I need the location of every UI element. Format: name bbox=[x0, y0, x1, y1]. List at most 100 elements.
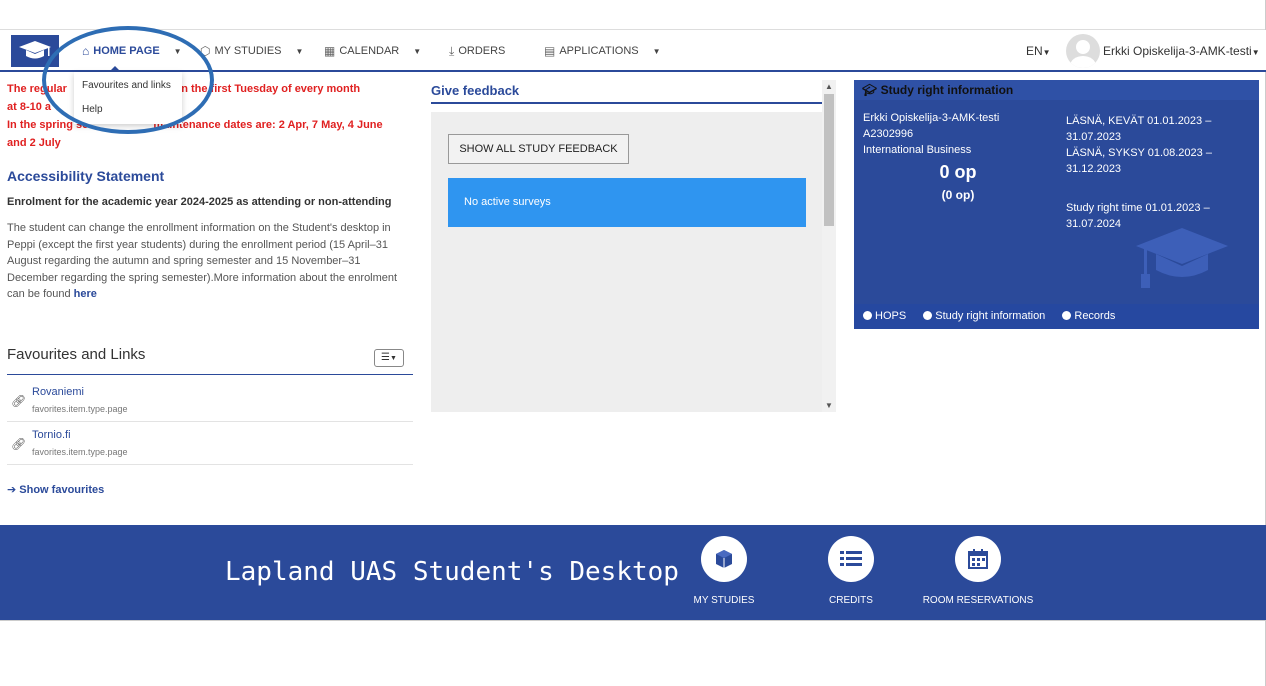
footer-credits[interactable]: CREDITS bbox=[791, 536, 911, 606]
chevron-down-icon: ▼ bbox=[295, 46, 304, 56]
study-right-info-label: Study right information bbox=[935, 310, 1046, 322]
favourites-header: Favourites and Links ☰▼ bbox=[7, 346, 413, 375]
notice-line3b: maintenance dates are: 2 Apr, 7 May, 4 J… bbox=[153, 119, 383, 131]
nav-home-label: HOME PAGE bbox=[93, 45, 160, 57]
footer-my-studies[interactable]: MY STUDIES bbox=[664, 536, 784, 606]
user-name: Erkki Opiskelija-3-AMK-testi bbox=[1103, 44, 1252, 58]
arrow-circle-right-icon bbox=[863, 311, 872, 320]
bottom-divider bbox=[0, 620, 1266, 621]
graduation-cap-icon bbox=[19, 41, 51, 59]
chevron-up-icon[interactable]: ▲ bbox=[822, 82, 836, 91]
credits-value: 0 op bbox=[939, 162, 977, 182]
footer-my-studies-label: MY STUDIES bbox=[693, 595, 755, 606]
nav-home-page[interactable]: ⌂ HOME PAGE ▼ bbox=[82, 30, 182, 72]
nav-orders-label: ORDERS bbox=[458, 45, 506, 57]
navbar: ⌂ HOME PAGE ▼ ⬡ MY STUDIES ▼ ▦ CALENDAR … bbox=[0, 30, 1266, 72]
study-right-links: HOPS Study right information Records bbox=[854, 304, 1259, 329]
records-link[interactable]: Records bbox=[1062, 304, 1115, 329]
language-label: EN bbox=[1026, 44, 1043, 58]
left-column: The regular breaks on the first Tuesday … bbox=[7, 80, 413, 303]
active-nav-indicator bbox=[110, 66, 120, 71]
favourite-name[interactable]: Tornio.fi bbox=[32, 429, 71, 441]
favourite-type: favorites.item.type.page bbox=[32, 447, 128, 457]
study-right-panel: 🎓︎ Study right information Erkki Opiskel… bbox=[854, 80, 1259, 329]
user-menu[interactable]: Erkki Opiskelija-3-AMK-testi▼ bbox=[1103, 44, 1260, 58]
notice-line4: and 2 July bbox=[7, 137, 61, 149]
link-icon: 🔗︎ bbox=[11, 437, 27, 451]
nav-orders[interactable]: ⤓ ORDERS bbox=[449, 30, 505, 72]
study-right-info-link[interactable]: Study right information bbox=[923, 304, 1045, 329]
home-icon: ⌂ bbox=[82, 44, 90, 58]
footer-credits-label: CREDITS bbox=[829, 595, 873, 606]
favourite-name[interactable]: Rovaniemi bbox=[32, 386, 84, 398]
calendar-icon bbox=[955, 536, 1001, 582]
scrollbar-thumb[interactable] bbox=[824, 94, 834, 226]
enrolment-title: Enrolment for the academic year 2024-202… bbox=[7, 196, 392, 208]
chevron-down-icon: ▼ bbox=[652, 46, 661, 56]
credits-sub-value: (0 op) bbox=[941, 188, 975, 202]
hops-label: HOPS bbox=[875, 310, 907, 322]
student-name: Erkki Opiskelija-3-AMK-testi bbox=[863, 112, 1000, 124]
nav-my-studies[interactable]: ⬡ MY STUDIES ▼ bbox=[200, 30, 303, 72]
favourite-type: favorites.item.type.page bbox=[32, 404, 128, 414]
arrow-circle-right-icon bbox=[1062, 311, 1072, 320]
list-item[interactable]: 🔗︎ Tornio.fi favorites.item.type.page bbox=[7, 422, 413, 465]
period-autumn: LÄSNÄ, SYKSY 01.08.2023 – 31.12.2023 bbox=[1066, 147, 1212, 175]
favourites-title: Favourites and Links bbox=[7, 346, 146, 363]
nav-my-studies-label: MY STUDIES bbox=[214, 45, 282, 57]
graduation-cap-icon bbox=[1136, 228, 1228, 288]
student-program: International Business bbox=[863, 144, 972, 156]
calendar-icon: ▦ bbox=[324, 44, 336, 58]
enrolment-text: The student can change the enrollment in… bbox=[7, 220, 413, 303]
student-info: Erkki Opiskelija-3-AMK-testi A2302996 In… bbox=[863, 110, 999, 158]
show-favourites-link[interactable]: ➔ Show favourites bbox=[7, 483, 104, 496]
list-icon: ☰ bbox=[381, 352, 391, 363]
footer: Lapland UAS Student's Desktop MY STUDIES… bbox=[0, 525, 1266, 620]
avatar[interactable] bbox=[1066, 34, 1100, 68]
nav-calendar[interactable]: ▦ CALENDAR ▼ bbox=[324, 30, 421, 72]
home-logo[interactable] bbox=[11, 35, 59, 67]
show-all-feedback-button[interactable]: SHOW ALL STUDY FEEDBACK bbox=[448, 134, 629, 164]
show-favourites-label: Show favourites bbox=[19, 484, 105, 496]
scrollbar[interactable]: ▲ ▼ bbox=[822, 80, 836, 412]
no-surveys-box: No active surveys bbox=[448, 178, 806, 227]
caret-down-icon: ▼ bbox=[1042, 48, 1051, 57]
period-spring: LÄSNÄ, KEVÄT 01.01.2023 – 31.07.2023 bbox=[1066, 115, 1212, 143]
language-selector[interactable]: EN▼ bbox=[1026, 44, 1051, 58]
study-right-title: Study right information bbox=[880, 83, 1014, 97]
favourites-menu-button[interactable]: ☰▼ bbox=[374, 349, 404, 367]
graduation-cap-icon: 🎓︎ bbox=[862, 83, 878, 97]
feedback-panel: SHOW ALL STUDY FEEDBACK No active survey… bbox=[431, 112, 822, 412]
footer-room-reservations[interactable]: ROOM RESERVATIONS bbox=[918, 536, 1038, 606]
dropdown-item-favourites[interactable]: Favourites and links bbox=[74, 72, 182, 96]
chevron-down-icon: ▼ bbox=[173, 46, 182, 56]
caret-down-icon: ▼ bbox=[1251, 48, 1260, 57]
id-card-icon: ▤ bbox=[544, 44, 556, 58]
cube-icon: ⬡ bbox=[200, 44, 211, 58]
avatar-body bbox=[1070, 56, 1096, 68]
arrow-circle-right-icon: ➔ bbox=[7, 484, 17, 496]
download-icon: ⤓ bbox=[449, 43, 455, 58]
caret-down-icon: ▼ bbox=[390, 355, 397, 362]
enrolment-periods: LÄSNÄ, KEVÄT 01.01.2023 – 31.07.2023 LÄS… bbox=[1066, 113, 1236, 177]
notice-line1: The regular bbox=[7, 83, 67, 95]
chevron-down-icon[interactable]: ▼ bbox=[822, 401, 836, 410]
give-feedback-title: Give feedback bbox=[431, 83, 822, 104]
enrolment-body: The student can change the enrollment in… bbox=[7, 222, 398, 300]
footer-title: Lapland UAS Student's Desktop bbox=[225, 557, 679, 587]
enrolment-here-link[interactable]: here bbox=[74, 288, 97, 300]
arrow-circle-right-icon bbox=[923, 311, 933, 320]
nav-applications[interactable]: ▤ APPLICATIONS ▼ bbox=[544, 30, 661, 72]
list-item[interactable]: 🔗︎ Rovaniemi favorites.item.type.page bbox=[7, 379, 413, 422]
student-id: A2302996 bbox=[863, 128, 914, 140]
footer-room-reservations-label: ROOM RESERVATIONS bbox=[922, 595, 1034, 606]
page: ⌂ HOME PAGE ▼ ⬡ MY STUDIES ▼ ▦ CALENDAR … bbox=[0, 0, 1266, 686]
accessibility-statement-link[interactable]: Accessibility Statement bbox=[7, 168, 413, 184]
list-icon bbox=[828, 536, 874, 582]
dropdown-item-help[interactable]: Help bbox=[74, 96, 182, 120]
records-label: Records bbox=[1074, 310, 1116, 322]
study-right-header: 🎓︎ Study right information bbox=[854, 80, 1259, 100]
hops-link[interactable]: HOPS bbox=[863, 304, 906, 329]
nav-applications-label: APPLICATIONS bbox=[559, 45, 639, 57]
avatar-head bbox=[1076, 40, 1090, 54]
